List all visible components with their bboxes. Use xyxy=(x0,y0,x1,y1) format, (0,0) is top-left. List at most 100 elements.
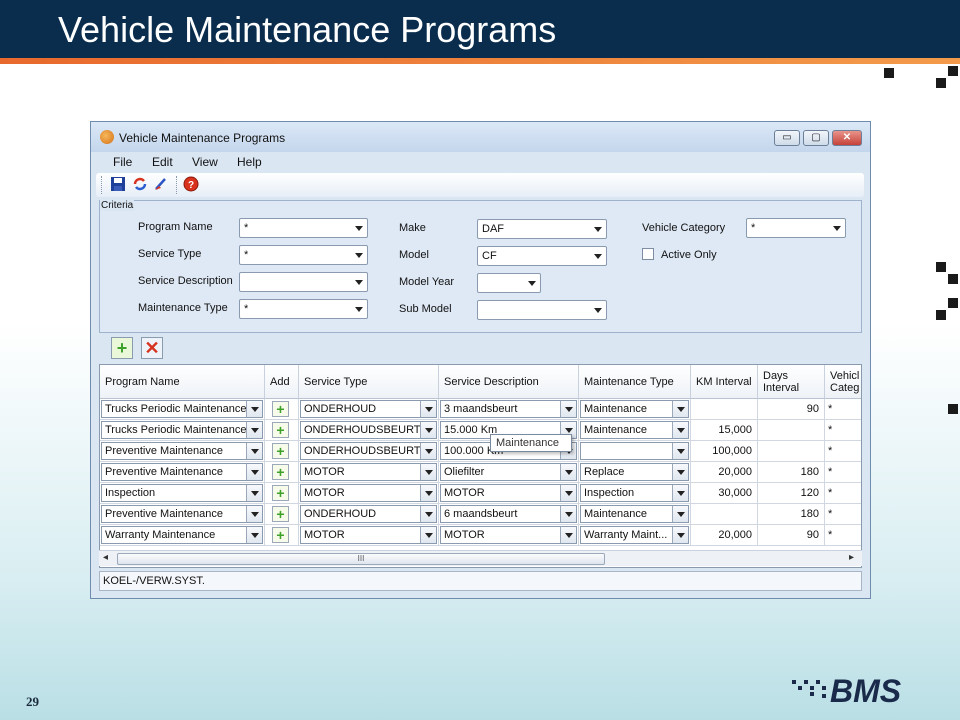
table-row[interactable]: Preventive Maintenance + MOTOR Oliefilter Re… xyxy=(100,462,861,483)
col-header-service-description[interactable]: Service Description xyxy=(439,365,579,399)
chevron-down-icon[interactable] xyxy=(246,464,262,480)
col-header-maintenance-type[interactable]: Maintenance Type xyxy=(579,365,691,399)
model-year-combo[interactable] xyxy=(477,273,541,293)
chevron-down-icon[interactable] xyxy=(420,485,436,501)
chevron-down-icon[interactable] xyxy=(672,527,688,543)
plus-icon[interactable]: + xyxy=(272,506,289,522)
cell-dropdown[interactable]: MOTOR xyxy=(300,484,437,502)
service-type-combo[interactable]: * xyxy=(239,245,368,265)
sub-model-combo[interactable] xyxy=(477,300,607,320)
cell-dropdown[interactable]: MOTOR xyxy=(440,484,577,502)
cell-dropdown[interactable]: 6 maandsbeurt xyxy=(440,505,577,523)
cell-dropdown[interactable]: Maintenance xyxy=(580,505,689,523)
cell-dropdown[interactable]: Inspection xyxy=(580,484,689,502)
service-description-combo[interactable] xyxy=(239,272,368,292)
table-cell-mtype[interactable]: Replace xyxy=(579,462,691,483)
cell-dropdown[interactable]: 3 maandsbeurt xyxy=(440,400,577,418)
chevron-down-icon[interactable] xyxy=(246,422,262,438)
cell-dropdown[interactable]: ONDERHOUD xyxy=(300,505,437,523)
chevron-down-icon[interactable] xyxy=(560,401,576,417)
table-cell-description[interactable]: MOTOR xyxy=(439,525,579,546)
table-cell-program[interactable]: Trucks Periodic Maintenance xyxy=(100,399,265,420)
scroll-thumb[interactable]: III xyxy=(117,553,605,565)
table-cell-service-type[interactable]: MOTOR xyxy=(299,462,439,483)
menu-file[interactable]: File xyxy=(113,155,132,169)
table-cell-add[interactable]: + xyxy=(265,504,299,525)
chevron-down-icon[interactable] xyxy=(420,527,436,543)
table-row[interactable]: Warranty Maintenance + MOTOR MOTOR Warranty … xyxy=(100,525,861,546)
table-cell-service-type[interactable]: ONDERHOUD xyxy=(299,504,439,525)
table-row[interactable]: Preventive Maintenance + ONDERHOUDSBEURT 1… xyxy=(100,441,861,462)
table-cell-description[interactable]: 3 maandsbeurt xyxy=(439,399,579,420)
chevron-down-icon[interactable] xyxy=(420,464,436,480)
table-cell-program[interactable]: Preventive Maintenance xyxy=(100,441,265,462)
table-cell-service-type[interactable]: MOTOR xyxy=(299,525,439,546)
table-cell-add[interactable]: + xyxy=(265,441,299,462)
table-cell-description[interactable]: 6 maandsbeurt xyxy=(439,504,579,525)
cell-dropdown[interactable]: Trucks Periodic Maintenance xyxy=(101,400,263,418)
model-combo[interactable]: CF xyxy=(477,246,607,266)
chevron-down-icon[interactable] xyxy=(672,443,688,459)
chevron-down-icon[interactable] xyxy=(246,443,262,459)
table-row[interactable]: Inspection + MOTOR MOTOR Inspection 30,000 120… xyxy=(100,483,861,504)
cell-dropdown[interactable]: ONDERHOUDSBEURT 1 xyxy=(300,442,437,460)
restore-button[interactable]: ▢ xyxy=(803,130,829,146)
cell-dropdown[interactable]: Preventive Maintenance xyxy=(101,442,263,460)
cell-dropdown[interactable]: Preventive Maintenance xyxy=(101,463,263,481)
cell-dropdown[interactable]: MOTOR xyxy=(300,463,437,481)
table-row[interactable]: Preventive Maintenance + ONDERHOUD 6 maands… xyxy=(100,504,861,525)
chevron-down-icon[interactable] xyxy=(246,401,262,417)
chevron-down-icon[interactable] xyxy=(672,485,688,501)
table-cell-mtype[interactable]: Maintenance xyxy=(579,399,691,420)
cell-dropdown[interactable]: Warranty Maint... xyxy=(580,526,689,544)
table-cell-add[interactable]: + xyxy=(265,420,299,441)
cell-dropdown[interactable]: Oliefilter xyxy=(440,463,577,481)
table-cell-add[interactable]: + xyxy=(265,525,299,546)
help-icon[interactable]: ? xyxy=(182,176,200,194)
table-row[interactable]: Trucks Periodic Maintenance + ONDERHOUD 3 m… xyxy=(100,399,861,420)
delete-row-button[interactable]: ✕ xyxy=(141,337,163,359)
save-icon[interactable] xyxy=(109,176,127,194)
plus-icon[interactable]: + xyxy=(272,485,289,501)
table-cell-program[interactable]: Trucks Periodic Maintenance xyxy=(100,420,265,441)
active-only-checkbox[interactable] xyxy=(642,248,654,260)
table-cell-service-type[interactable]: ONDERHOUD xyxy=(299,399,439,420)
horizontal-scrollbar[interactable]: ◂ III ▸ xyxy=(99,550,862,566)
maintenance-type-combo[interactable]: * xyxy=(239,299,368,319)
plus-icon[interactable]: + xyxy=(272,527,289,543)
table-cell-mtype[interactable] xyxy=(579,441,691,462)
table-cell-mtype[interactable]: Maintenance xyxy=(579,420,691,441)
col-header-vehicle-category[interactable]: Vehicl Categ xyxy=(825,365,861,399)
plus-icon[interactable]: + xyxy=(272,443,289,459)
program-name-combo[interactable]: * xyxy=(239,218,368,238)
table-cell-program[interactable]: Warranty Maintenance xyxy=(100,525,265,546)
table-cell-add[interactable]: + xyxy=(265,399,299,420)
table-cell-add[interactable]: + xyxy=(265,462,299,483)
chevron-down-icon[interactable] xyxy=(420,443,436,459)
scroll-right-icon[interactable]: ▸ xyxy=(849,552,854,563)
cell-dropdown[interactable]: Inspection xyxy=(101,484,263,502)
menu-edit[interactable]: Edit xyxy=(152,155,173,169)
chevron-down-icon[interactable] xyxy=(672,401,688,417)
chevron-down-icon[interactable] xyxy=(420,506,436,522)
menu-help[interactable]: Help xyxy=(237,155,262,169)
scroll-left-icon[interactable]: ◂ xyxy=(103,552,108,563)
make-combo[interactable]: DAF xyxy=(477,219,607,239)
table-cell-service-type[interactable]: ONDERHOUDSBEURT 0 xyxy=(299,420,439,441)
chevron-down-icon[interactable] xyxy=(246,485,262,501)
cell-dropdown[interactable]: ONDERHOUD xyxy=(300,400,437,418)
table-cell-service-type[interactable]: ONDERHOUDSBEURT 1 xyxy=(299,441,439,462)
window-titlebar[interactable]: Vehicle Maintenance Programs ▭ ▢ ✕ xyxy=(91,122,870,152)
cell-dropdown[interactable]: Trucks Periodic Maintenance xyxy=(101,421,263,439)
cell-dropdown[interactable]: MOTOR xyxy=(440,526,577,544)
chevron-down-icon[interactable] xyxy=(672,506,688,522)
chevron-down-icon[interactable] xyxy=(420,401,436,417)
cell-dropdown[interactable]: MOTOR xyxy=(300,526,437,544)
table-cell-description[interactable]: MOTOR xyxy=(439,483,579,504)
menu-view[interactable]: View xyxy=(192,155,218,169)
chevron-down-icon[interactable] xyxy=(560,527,576,543)
cell-dropdown[interactable] xyxy=(580,442,689,460)
col-header-add[interactable]: Add xyxy=(265,365,299,399)
chevron-down-icon[interactable] xyxy=(560,464,576,480)
plus-icon[interactable]: + xyxy=(272,464,289,480)
